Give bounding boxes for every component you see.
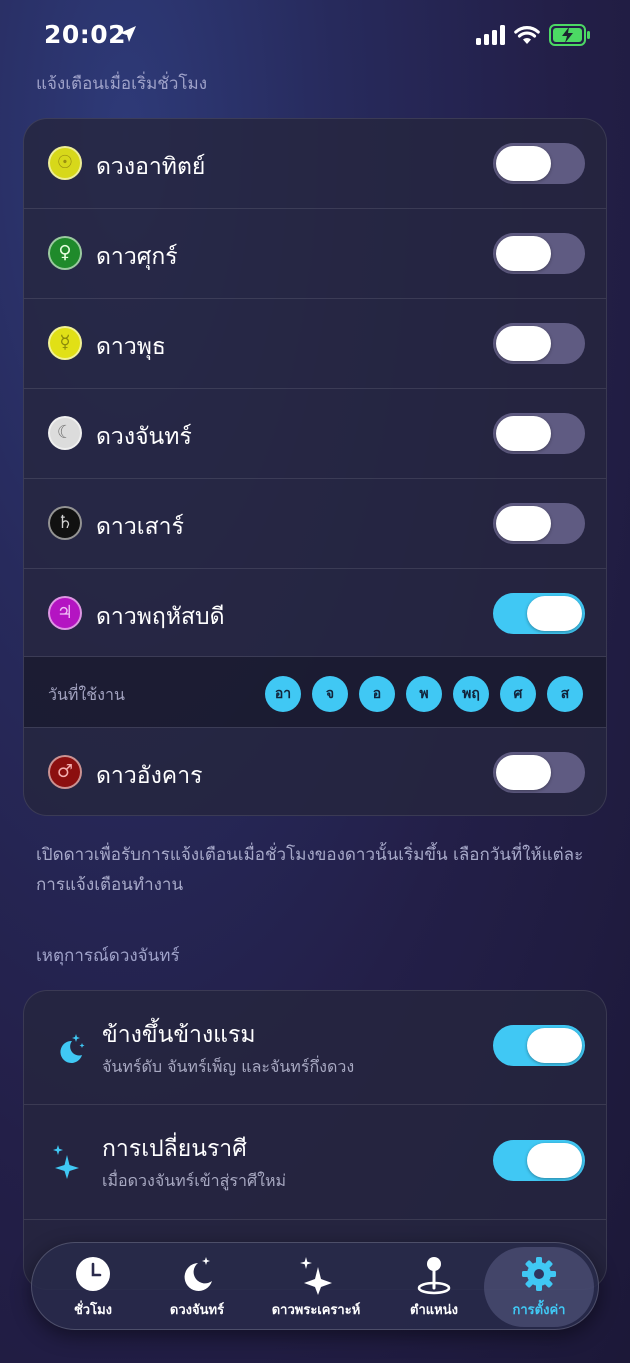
moon-stars-icon [60, 1034, 85, 1063]
planet-label-mercury: ดาวพุธ [96, 334, 166, 360]
toggle-moon-sign-change[interactable] [493, 1140, 585, 1181]
toggle-sun[interactable] [493, 143, 585, 184]
location-pin-icon [417, 1257, 451, 1295]
planet-row-saturn: ♄ ดาวเสาร์ [24, 479, 606, 568]
status-time: 20:02 [44, 20, 127, 49]
day-chip-sun[interactable]: อา [265, 676, 301, 712]
section-title-hour-alerts: แจ้งเตือนเมื่อเริ่มชั่วโมง [36, 74, 207, 94]
tab-settings[interactable]: การตั้งค่า [484, 1243, 594, 1331]
moon-event-title-sign-change: การเปลี่ยนราศี [102, 1136, 247, 1162]
wifi-icon [514, 26, 540, 44]
gear-icon [522, 1257, 556, 1291]
sparkles-icon [53, 1145, 79, 1179]
tab-hours[interactable]: ชั่วโมง [38, 1243, 148, 1331]
active-days-label: วันที่ใช้งาน [48, 685, 125, 704]
tab-label-planets: ดาวพระเคราะห์ [271, 1303, 361, 1318]
tab-location[interactable]: ตำแหน่ง [382, 1243, 486, 1331]
mercury-icon: ☿ [48, 326, 82, 360]
moon-event-subtitle-phases: จันทร์ดับ จันทร์เพ็ญ และจันทร์กึ่งดวง [102, 1057, 355, 1076]
planet-row-moon: ☾ ดวงจันทร์ [24, 389, 606, 478]
tab-label-hours: ชั่วโมง [73, 1303, 113, 1318]
battery-charging-icon [549, 24, 590, 46]
section-title-moon-events: เหตุการณ์ดวงจันทร์ [36, 946, 180, 966]
clock-icon [76, 1257, 110, 1291]
toggle-jupiter[interactable] [493, 593, 585, 634]
planet-row-venus: ♀ ดาวศุกร์ [24, 209, 606, 298]
planet-label-jupiter: ดาวพฤหัสบดี [96, 604, 225, 630]
planet-label-sun: ดวงอาทิตย์ [96, 154, 206, 180]
day-chip-tue[interactable]: อ [359, 676, 395, 712]
planet-row-mercury: ☿ ดาวพุธ [24, 299, 606, 388]
moon-event-row-phases: ข้างขึ้นข้างแรม จันทร์ดับ จันทร์เพ็ญ และ… [24, 991, 606, 1104]
day-chip-fri[interactable]: ศ [500, 676, 536, 712]
venus-icon: ♀ [48, 236, 82, 270]
cellular-signal-icon [476, 25, 505, 45]
moon-event-title-phases: ข้างขึ้นข้างแรม [102, 1022, 256, 1048]
saturn-icon: ♄ [48, 506, 82, 540]
planet-row-mars: ♂ ดาวอังคาร [24, 728, 606, 815]
tab-label-settings: การตั้งค่า [512, 1303, 566, 1318]
moon-icon: ☾ [48, 416, 82, 450]
planet-label-venus: ดาวศุกร์ [96, 244, 178, 270]
planet-label-mars: ดาวอังคาร [96, 763, 203, 789]
moon-event-row-sign-change: การเปลี่ยนราศี เมื่อดวงจันทร์เข้าสู่ราศี… [24, 1105, 606, 1219]
toggle-mercury[interactable] [493, 323, 585, 364]
planet-label-saturn: ดาวเสาร์ [96, 514, 184, 540]
active-days-row: วันที่ใช้งาน อา จ อ พ พฤ ศ ส [24, 657, 606, 727]
moon-event-subtitle-sign-change: เมื่อดวงจันทร์เข้าสู่ราศีใหม่ [102, 1171, 287, 1190]
planet-alerts-footnote: เปิดดาวเพื่อรับการแจ้งเตือนเมื่อชั่วโมงข… [36, 845, 584, 895]
planet-row-sun: ☉ ดวงอาทิตย์ [24, 119, 606, 208]
mars-icon: ♂ [48, 755, 82, 789]
day-chip-mon[interactable]: จ [312, 676, 348, 712]
status-bar: 20:02 [0, 0, 630, 70]
toggle-moon[interactable] [493, 413, 585, 454]
tab-label-location: ตำแหน่ง [410, 1303, 458, 1318]
sparkles-icon [300, 1257, 332, 1295]
day-chip-wed[interactable]: พ [406, 676, 442, 712]
location-arrow-icon [120, 26, 136, 42]
tab-planets[interactable]: ดาวพระเคราะห์ [254, 1243, 378, 1331]
toggle-saturn[interactable] [493, 503, 585, 544]
planet-label-moon: ดวงจันทร์ [96, 424, 192, 450]
tab-moon[interactable]: ดวงจันทร์ [145, 1243, 249, 1331]
toggle-mars[interactable] [493, 752, 585, 793]
day-chip-sat[interactable]: ส [547, 676, 583, 712]
planet-alerts-card: ☉ ดวงอาทิตย์ ♀ ดาวศุกร์ ☿ ดาวพุธ ☾ ดวงจั… [23, 118, 607, 816]
day-chip-thu[interactable]: พฤ [453, 676, 489, 712]
tab-bar: ชั่วโมง ดวงจันทร์ ดาวพระเคราะห์ ตำแหน่ง [31, 1242, 599, 1330]
planet-row-jupiter: ♃ ดาวพฤหัสบดี [24, 569, 606, 657]
toggle-moon-phases[interactable] [493, 1025, 585, 1066]
toggle-venus[interactable] [493, 233, 585, 274]
tab-label-moon: ดวงจันทร์ [169, 1303, 225, 1318]
moon-stars-icon [184, 1257, 212, 1291]
jupiter-icon: ♃ [48, 596, 82, 630]
sun-icon: ☉ [48, 146, 82, 180]
